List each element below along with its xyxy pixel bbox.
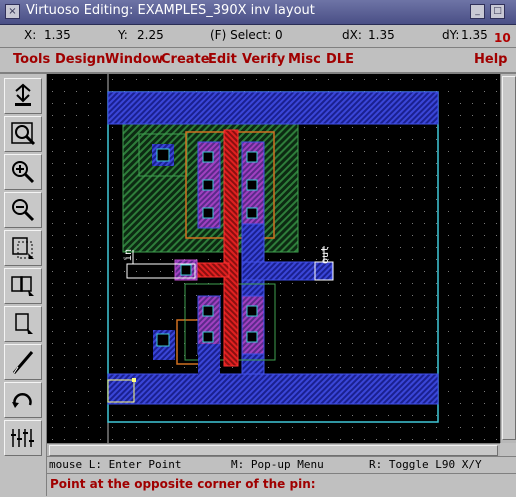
vertical-scrollbar[interactable] (500, 74, 516, 443)
maximize-icon[interactable]: □ (490, 4, 505, 19)
undo-button[interactable] (4, 382, 42, 418)
coordinate-status-bar: X: 1.35 Y: 2.25 (F) Select: 0 dX: 1.35 d… (0, 25, 516, 48)
menu-misc[interactable]: Misc (288, 52, 321, 67)
ruler-button[interactable] (4, 420, 42, 456)
y-value: 2.25 (137, 28, 164, 42)
menu-create[interactable]: Create (161, 52, 210, 67)
zoom-out-icon (12, 199, 35, 222)
menu-verify[interactable]: Verify (242, 52, 285, 67)
layout-drawing: in out (47, 74, 500, 443)
stretch-icon (12, 237, 34, 259)
zoom-fit-icon (11, 122, 36, 146)
zoom-out-button[interactable] (4, 192, 42, 228)
dx-value: 1.35 (368, 28, 395, 42)
window-title: Virtuoso Editing: EXAMPLES_390X inv layo… (26, 3, 315, 18)
tool-palette (0, 74, 47, 496)
move-button[interactable] (4, 306, 42, 342)
mouse-left-hint: mouse L: Enter Point (49, 458, 182, 471)
zoom-in-icon (12, 161, 35, 184)
stretch-button[interactable] (4, 230, 42, 266)
mouse-bindings-bar: mouse L: Enter Point M: Pop-up Menu R: T… (47, 456, 516, 473)
layout-canvas[interactable]: in out (47, 74, 500, 443)
dy-label: dY: (442, 28, 460, 42)
menu-tools[interactable]: Tools (13, 52, 50, 67)
x-value: 1.35 (44, 28, 71, 42)
menu-design[interactable]: Design (55, 52, 105, 67)
dy-value: 1.35 (461, 28, 488, 42)
move-icon (15, 313, 33, 334)
save-icon (15, 83, 31, 106)
menu-window[interactable]: Window (105, 52, 163, 67)
dx-label: dX: (342, 28, 362, 42)
x-label: X: (24, 28, 37, 42)
menu-bar: Tools Design Window Create Edit Verify M… (0, 48, 516, 74)
save-button[interactable] (4, 78, 42, 114)
minimize-icon[interactable]: _ (470, 4, 485, 19)
zoom-in-button[interactable] (4, 154, 42, 190)
path-icon (12, 351, 34, 374)
prompt-bar: Point at the opposite corner of the pin: (47, 473, 516, 497)
zoom-fit-button[interactable] (4, 116, 42, 152)
menu-help[interactable]: Help (474, 52, 507, 67)
window-close-icon[interactable]: × (5, 4, 20, 19)
mouse-middle-hint: M: Pop-up Menu (231, 458, 324, 471)
path-button[interactable] (4, 344, 42, 380)
undo-icon (12, 392, 32, 408)
select-count: (F) Select: 0 (210, 28, 283, 42)
pin-label-out: out (320, 246, 331, 264)
y-label: Y: (118, 28, 128, 42)
command-number: 10 (494, 31, 511, 45)
horizontal-scroll-thumb[interactable] (49, 445, 498, 456)
menu-dle[interactable]: DLE (326, 52, 354, 67)
menu-edit[interactable]: Edit (208, 52, 237, 67)
copy-icon (11, 276, 34, 296)
ruler-icon (11, 429, 34, 447)
copy-button[interactable] (4, 268, 42, 304)
mouse-right-hint: R: Toggle L90 X/Y (369, 458, 482, 471)
horizontal-scrollbar[interactable] (47, 443, 500, 456)
pin-label-in: in (123, 249, 134, 261)
title-bar: × Virtuoso Editing: EXAMPLES_390X inv la… (0, 0, 516, 25)
prompt-text: Point at the opposite corner of the pin: (50, 477, 316, 491)
vertical-scroll-thumb[interactable] (502, 76, 516, 440)
